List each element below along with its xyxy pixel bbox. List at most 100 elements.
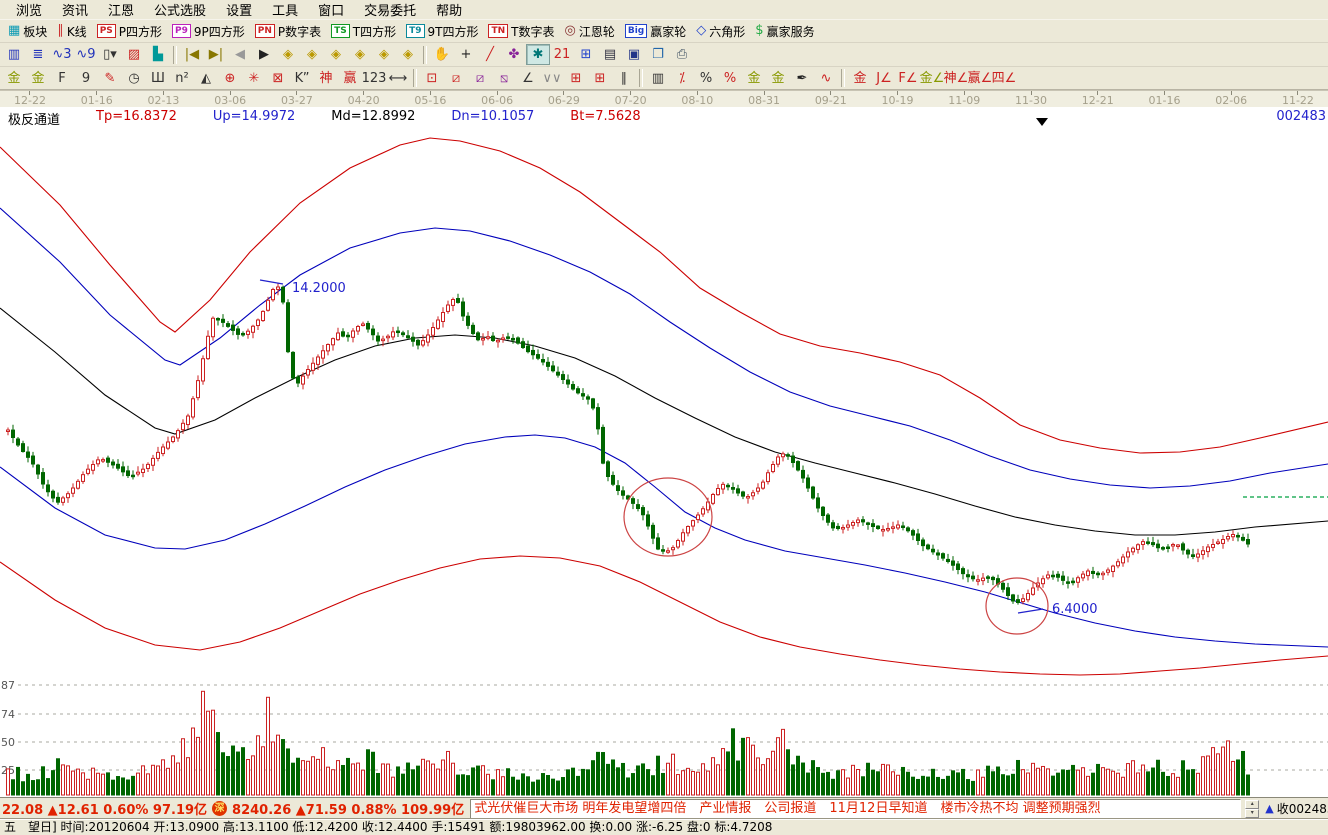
t-square-button[interactable]: TS T四方形 bbox=[327, 22, 402, 41]
j-angle-icon[interactable]: J∠ bbox=[872, 68, 896, 89]
gann-wheel-button[interactable]: ◎ 江恩轮 bbox=[561, 22, 621, 41]
menu-settings[interactable]: 设置 bbox=[216, 0, 262, 20]
menu-formula-select[interactable]: 公式选股 bbox=[144, 0, 216, 20]
date-label: 07-20 bbox=[615, 95, 647, 107]
grid-arrow-icon[interactable]: ⊞ bbox=[588, 68, 612, 89]
red-grid-icon[interactable]: ⊞ bbox=[564, 68, 588, 89]
kline-chart-canvas[interactable]: 8774502514.20006.4000 bbox=[0, 0, 1328, 835]
dn-line bbox=[0, 435, 1328, 647]
menu-trade[interactable]: 交易委托 bbox=[354, 0, 426, 20]
kline-button[interactable]: ∥ K线 bbox=[53, 22, 92, 41]
brain-icon[interactable]: ✱ bbox=[526, 44, 550, 65]
wave9-icon[interactable]: ∿9 bbox=[74, 44, 98, 65]
t-number-table-button[interactable]: TN T数字表 bbox=[484, 22, 560, 41]
shen-ruler-icon[interactable]: 神 bbox=[314, 68, 338, 89]
menu-help[interactable]: 帮助 bbox=[426, 0, 472, 20]
p-square-button[interactable]: PS P四方形 bbox=[93, 22, 168, 41]
menu-window[interactable]: 窗口 bbox=[308, 0, 354, 20]
diamond-h-arrows-icon[interactable]: ◈ bbox=[324, 44, 348, 65]
brush-ruler-icon[interactable]: ✎ bbox=[98, 68, 122, 89]
diamond-left-arrow-icon[interactable]: ◈ bbox=[276, 44, 300, 65]
purple-fan-icon[interactable]: ⧄ bbox=[468, 68, 492, 89]
box-grid-icon[interactable]: ⊠ bbox=[266, 68, 290, 89]
k-quote-icon[interactable]: K” bbox=[290, 68, 314, 89]
diamond-right-arrow-icon[interactable]: ◈ bbox=[300, 44, 324, 65]
profile-histogram-icon[interactable]: ▙ bbox=[146, 44, 170, 65]
si-angle-icon[interactable]: 四∠ bbox=[992, 68, 1016, 89]
pattern-icon[interactable]: ▨ bbox=[122, 44, 146, 65]
date-label: 05-16 bbox=[414, 95, 446, 107]
menu-news[interactable]: 资讯 bbox=[52, 0, 98, 20]
line-tool-icon[interactable]: ╱ bbox=[478, 44, 502, 65]
gann-pattern-icon[interactable]: ✤ bbox=[502, 44, 526, 65]
date-tick-cell: 02-13 bbox=[147, 91, 179, 107]
ink-brush-icon[interactable]: ✒ bbox=[790, 68, 814, 89]
strike-percent-icon[interactable]: ⁒ bbox=[670, 68, 694, 89]
gold-lines-icon[interactable]: 金 bbox=[766, 68, 790, 89]
printer-icon[interactable]: ⎙ bbox=[670, 44, 694, 65]
n2-ruler-icon[interactable]: n² bbox=[170, 68, 194, 89]
hexagon-button[interactable]: ◇ 六角形 bbox=[692, 22, 751, 41]
menu-tools[interactable]: 工具 bbox=[262, 0, 308, 20]
date-tick-cell: 06-29 bbox=[548, 91, 580, 107]
crosshair-icon[interactable]: + bbox=[454, 44, 478, 65]
abacus-123-icon[interactable]: 123 bbox=[362, 68, 386, 89]
gold-ruler2-icon[interactable]: 金 bbox=[26, 68, 50, 89]
diamond-cross-icon[interactable]: ◈ bbox=[372, 44, 396, 65]
circle-cross-icon[interactable]: ⊕ bbox=[218, 68, 242, 89]
browser-doc-icon[interactable]: ❐ bbox=[646, 44, 670, 65]
first-bar-icon[interactable]: |◀ bbox=[180, 44, 204, 65]
check-lines-icon[interactable]: ∨∨ bbox=[540, 68, 564, 89]
winner-service-button[interactable]: $ 赢家服务 bbox=[751, 22, 820, 41]
price-scale-icon[interactable]: ▥ bbox=[646, 68, 670, 89]
gold-circle-icon[interactable]: 金 bbox=[742, 68, 766, 89]
shen-angle-icon[interactable]: 神∠ bbox=[944, 68, 968, 89]
f-angle-icon[interactable]: F∠ bbox=[896, 68, 920, 89]
ying-ruler-icon[interactable]: 赢 bbox=[338, 68, 362, 89]
box-fan-icon[interactable]: ⧅ bbox=[492, 68, 516, 89]
spinner-up-button[interactable]: ▴ bbox=[1245, 800, 1259, 809]
f-ruler-icon[interactable]: F bbox=[50, 68, 74, 89]
percent-icon[interactable]: % bbox=[694, 68, 718, 89]
gold-ruler-icon[interactable]: 金 bbox=[2, 68, 26, 89]
hand-icon[interactable]: ✋ bbox=[430, 44, 454, 65]
spinner-down-button[interactable]: ▾ bbox=[1245, 809, 1259, 818]
winner-wheel-button[interactable]: Big 赢家轮 bbox=[621, 22, 692, 41]
notes-icon[interactable]: ▤ bbox=[598, 44, 622, 65]
diamond-compress-icon[interactable]: ◈ bbox=[348, 44, 372, 65]
next-page-icon[interactable]: ▶ bbox=[252, 44, 276, 65]
last-bar-icon[interactable]: ▶| bbox=[204, 44, 228, 65]
menu-gann[interactable]: 江恩 bbox=[98, 0, 144, 20]
parallel-lines-icon[interactable]: ∥ bbox=[612, 68, 636, 89]
gold-angle-icon[interactable]: 金∠ bbox=[920, 68, 944, 89]
save-icon[interactable]: ▣ bbox=[622, 44, 646, 65]
t9-square-button[interactable]: T9 9T四方形 bbox=[402, 22, 484, 41]
tick-view-label[interactable]: 收002483分笔 bbox=[1277, 800, 1328, 817]
ying-angle-icon[interactable]: 赢∠ bbox=[968, 68, 992, 89]
span-arrow-icon[interactable]: ⟷ bbox=[386, 68, 410, 89]
prev-page-icon[interactable]: ◀ bbox=[228, 44, 252, 65]
calendar-icon[interactable]: 21 bbox=[550, 44, 574, 65]
p-number-table-button[interactable]: PN P数字表 bbox=[251, 22, 327, 41]
calculator-icon[interactable]: ⊞ bbox=[574, 44, 598, 65]
wave3-icon[interactable]: ∿3 bbox=[50, 44, 74, 65]
star-grid-icon[interactable]: ✳ bbox=[242, 68, 266, 89]
red-fan-icon[interactable]: ⧄ bbox=[444, 68, 468, 89]
clock-ruler-icon[interactable]: ◷ bbox=[122, 68, 146, 89]
panel-icon[interactable]: ▥ bbox=[2, 44, 26, 65]
date-label: 12-21 bbox=[1082, 95, 1114, 107]
candle-style-dropdown-icon[interactable]: ▯▾ bbox=[98, 44, 122, 65]
blocks-button[interactable]: ▦ 板块 bbox=[4, 22, 53, 41]
angle-lines-icon[interactable]: ∠ bbox=[516, 68, 540, 89]
diamond-expand-icon[interactable]: ◈ bbox=[396, 44, 420, 65]
spiral-9-icon[interactable]: 9 bbox=[74, 68, 98, 89]
doc-list-icon[interactable]: ≣ bbox=[26, 44, 50, 65]
wave-box-icon[interactable]: ∿ bbox=[814, 68, 838, 89]
box-ruler-icon[interactable]: ⊡ bbox=[420, 68, 444, 89]
percent-line-icon[interactable]: % bbox=[718, 68, 742, 89]
triangle-ruler-icon[interactable]: ◭ bbox=[194, 68, 218, 89]
ruler-icon[interactable]: Ш bbox=[146, 68, 170, 89]
gold-underline-icon[interactable]: 金 bbox=[848, 68, 872, 89]
menu-browse[interactable]: 浏览 bbox=[6, 0, 52, 20]
p9-square-button[interactable]: P9 9P四方形 bbox=[168, 22, 251, 41]
